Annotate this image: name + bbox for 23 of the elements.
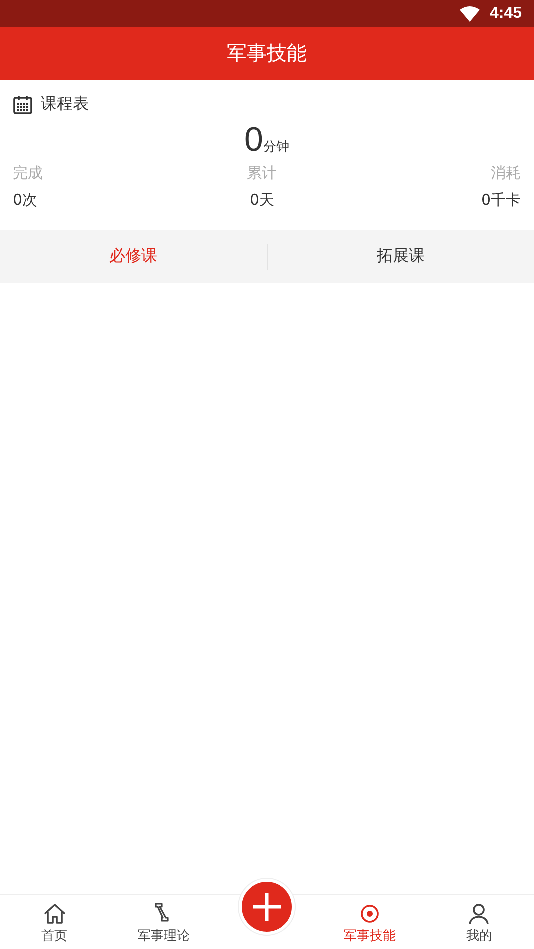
page-title: 军事技能 xyxy=(227,40,307,67)
nav-item[interactable]: 军事技能 xyxy=(316,895,425,949)
plus-icon xyxy=(252,892,282,922)
nav-item[interactable]: 军事理论 xyxy=(109,895,218,949)
add-button[interactable] xyxy=(239,879,295,935)
stat-label: 完成 xyxy=(13,164,43,183)
calendar-icon xyxy=(13,94,33,114)
schedule-title: 课程表 xyxy=(41,94,89,115)
wifi-icon xyxy=(460,6,480,22)
total-minutes: 0 xyxy=(244,121,264,160)
stat-value: 0天 xyxy=(250,191,274,210)
home-icon xyxy=(42,903,67,925)
stat-label: 累计 xyxy=(247,164,278,183)
minutes-unit: 分钟 xyxy=(263,139,290,156)
person-icon xyxy=(467,903,492,925)
nav-item[interactable]: 首页 xyxy=(0,895,110,949)
course-tab[interactable]: 必修课 xyxy=(0,230,266,283)
stat-value: 0千卡 xyxy=(481,191,521,210)
stat-value: 0次 xyxy=(13,191,39,210)
stat-label: 消耗 xyxy=(490,164,521,183)
nav-item[interactable]: 我的 xyxy=(424,895,534,949)
status-time: 4:45 xyxy=(490,4,522,22)
course-tab[interactable]: 拓展课 xyxy=(268,230,534,283)
